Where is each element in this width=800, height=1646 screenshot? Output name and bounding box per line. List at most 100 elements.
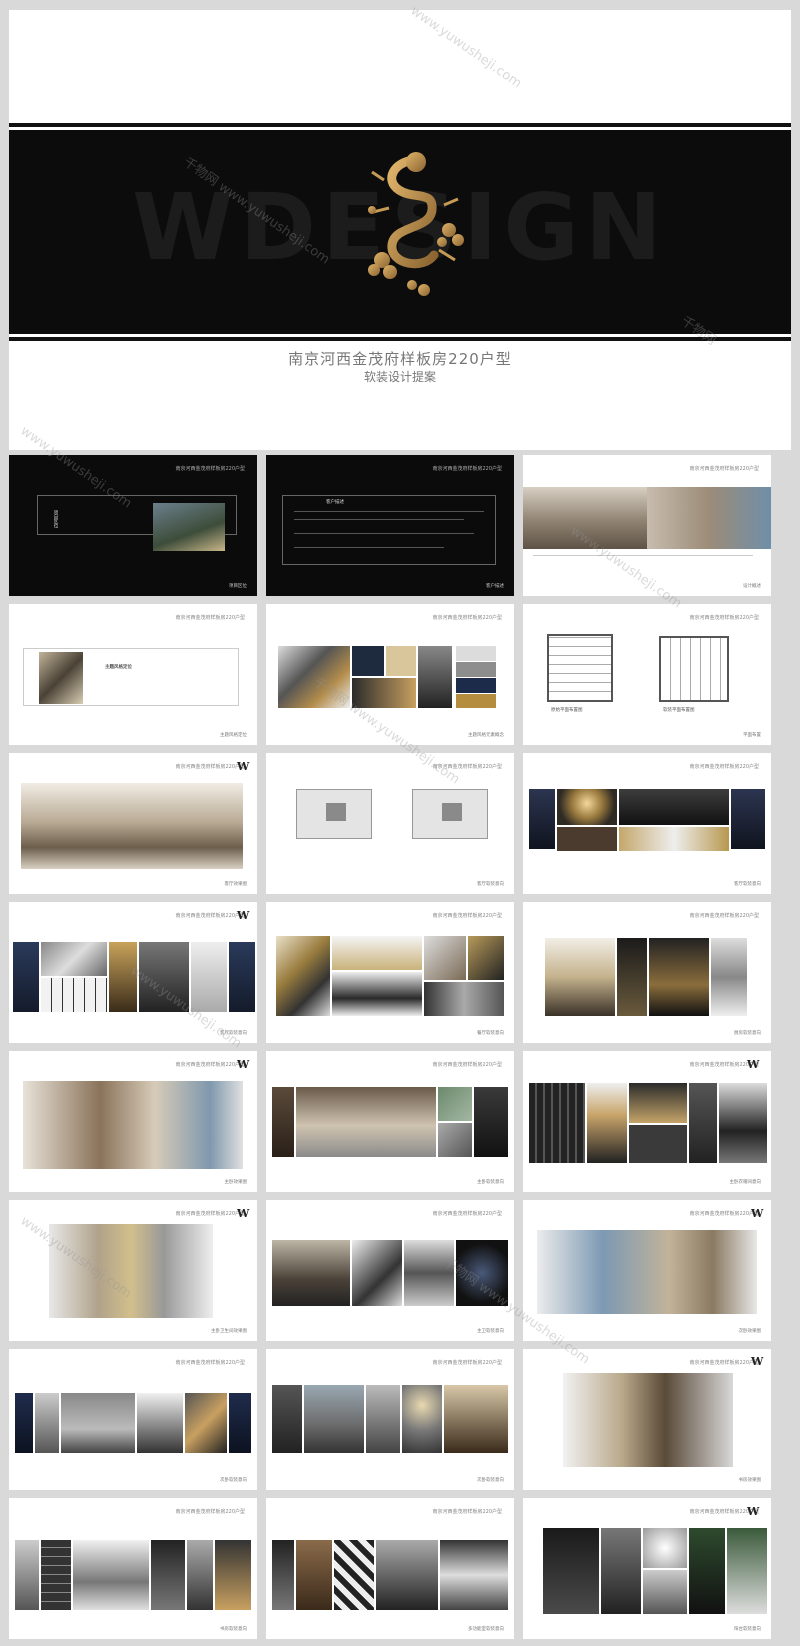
floor-plan-furnished bbox=[659, 636, 729, 702]
cover-subtitle: 软装设计提案 bbox=[363, 370, 436, 384]
page-client-description[interactable]: 南京河西金茂府样板房220户型 客户描述 客户描述 bbox=[266, 455, 514, 596]
page-master-bath-mood[interactable]: 南京河西金茂府样板房220户型 主卫软装意向 bbox=[266, 1200, 514, 1341]
page-balcony-mood[interactable]: 南京河西金茂府样板房220户型 W 阳台软装意向 bbox=[523, 1498, 771, 1639]
decor-photo bbox=[109, 942, 137, 1012]
page-second-bedroom-mood-2[interactable]: 南京河西金茂府样板房220户型 次卧软装意向 bbox=[266, 1349, 514, 1490]
page-master-bath-render[interactable]: 南京河西金茂府样板房220户型 W 主卧卫生间效果图 bbox=[9, 1200, 257, 1341]
page-second-bedroom-render[interactable]: 南京河西金茂府样板房220户型 W 次卧效果图 bbox=[523, 1200, 771, 1341]
page-footer: 客厅效果图 bbox=[224, 882, 248, 887]
page-second-bedroom-mood[interactable]: 南京河西金茂府样板房220户型 次卧软装意向 bbox=[9, 1349, 257, 1490]
page-project-location[interactable]: 南京河西金茂府样板房220户型 项目区位 项目区位 bbox=[9, 455, 257, 596]
page-kitchen-mood[interactable]: 南京河西金茂府样板房220户型 厨房软装意向 bbox=[523, 902, 771, 1043]
page-living-mood-2[interactable]: 南京河西金茂府样板房220户型 W 客厅软装意向 bbox=[9, 902, 257, 1043]
page-footer: 阳台软装意向 bbox=[734, 1627, 761, 1632]
decor-photo bbox=[215, 1540, 251, 1610]
curtain-photo bbox=[229, 942, 255, 1012]
page-design-overview[interactable]: 南京河西金茂府样板房220户型 设计概述 bbox=[523, 455, 771, 596]
page-header: 南京河西金茂府样板房220户型 bbox=[432, 1211, 502, 1217]
page-living-render[interactable]: 南京河西金茂府样板房220户型 W 客厅效果图 bbox=[9, 753, 257, 894]
page-header: 南京河西金茂府样板房220户型 bbox=[175, 466, 245, 472]
decor-photo bbox=[456, 1240, 508, 1306]
living-room-render bbox=[523, 487, 647, 549]
page-multi-room-mood[interactable]: 南京河西金茂府样板房220户型 多功能室软装意向 bbox=[266, 1498, 514, 1639]
portrait-photo bbox=[376, 1540, 438, 1610]
closet-photo bbox=[529, 1083, 585, 1163]
bedroom-render bbox=[23, 1081, 243, 1169]
screen-photo bbox=[139, 942, 189, 1012]
page-footer: 次卧软装意向 bbox=[477, 1478, 504, 1483]
plan-label: 软装平面布置图 bbox=[663, 708, 695, 713]
mood-tile bbox=[352, 646, 384, 676]
pendant-photo bbox=[137, 1393, 183, 1453]
bathroom-render bbox=[49, 1224, 213, 1318]
page-header: 南京河西金茂府样板房220户型 bbox=[689, 764, 759, 770]
page-header: 南京河西金茂府样板房220户型 bbox=[175, 764, 245, 770]
bed-photo bbox=[296, 1087, 436, 1157]
mood-tile bbox=[352, 678, 416, 708]
page-header: 南京河西金茂府样板房220户型 bbox=[175, 913, 245, 919]
vertical-caption: 项目区位 bbox=[53, 510, 58, 528]
marble-photo bbox=[438, 1087, 472, 1121]
page-living-mood[interactable]: 南京河西金茂府样板房220户型 客厅软装意向 bbox=[523, 753, 771, 894]
accessories-photo bbox=[619, 827, 729, 851]
page-floor-plan[interactable]: 南京河西金茂府样板房220户型 原始平面布置图 软装平面布置图 平面布置 bbox=[523, 604, 771, 745]
page-study-render[interactable]: 南京河西金茂府样板房220户型 W 书房效果图 bbox=[523, 1349, 771, 1490]
page-header: 南京河西金茂府样板房220户型 bbox=[689, 913, 759, 919]
page-theme-elements[interactable]: 南京河西金茂府样板房220户型 主题风格元素概念 bbox=[266, 604, 514, 745]
page-master-bedroom-render[interactable]: 南京河西金茂府样板房220户型 W 主卧效果图 bbox=[9, 1051, 257, 1192]
fashion-photo bbox=[719, 1083, 767, 1163]
page-header: 南京河西金茂府样板房220户型 bbox=[432, 764, 502, 770]
curtain-photo bbox=[272, 1385, 302, 1453]
page-footer: 客厅软装意向 bbox=[220, 1031, 247, 1036]
page-footer: 厨房软装意向 bbox=[734, 1031, 761, 1036]
page-theme-style[interactable]: 南京河西金茂府样板房220户型 主题风格定位 主题风格定位 bbox=[9, 604, 257, 745]
mood-collage bbox=[278, 646, 350, 708]
brand-logo: W bbox=[751, 1207, 764, 1220]
chandelier-photo bbox=[557, 789, 617, 825]
page-header: 南京河西金茂府样板房220户型 bbox=[432, 615, 502, 621]
sideboard-photo bbox=[191, 942, 227, 1012]
page-footer: 项目区位 bbox=[229, 584, 247, 589]
page-header: 南京河西金茂府样板房220户型 bbox=[175, 615, 245, 621]
marble-photo bbox=[41, 942, 107, 976]
page-master-closet-mood[interactable]: 南京河西金茂府样板房220户型 W 主卧衣帽间意向 bbox=[523, 1051, 771, 1192]
text-line bbox=[294, 519, 464, 520]
decor-photo bbox=[185, 1393, 227, 1453]
curtain-photo bbox=[15, 1540, 39, 1610]
page-footer: 主题风格定位 bbox=[220, 733, 247, 738]
decor-photo bbox=[468, 936, 504, 980]
chair-photo bbox=[366, 1385, 400, 1453]
kitchen-photo bbox=[545, 938, 615, 1016]
page-footer: 书房软装意向 bbox=[220, 1627, 247, 1632]
page-header: 南京河西金茂府样板房220户型 bbox=[432, 1062, 502, 1068]
room-photo bbox=[296, 1540, 332, 1610]
page-living-layout[interactable]: 南京河西金茂府样板房220户型 客厅软装意向 bbox=[266, 753, 514, 894]
cover-title: 南京河西金茂府样板房220户型 bbox=[288, 350, 512, 368]
table-shape bbox=[326, 803, 346, 821]
chair-photo bbox=[151, 1540, 185, 1610]
chair-photo bbox=[643, 1528, 687, 1568]
study-render bbox=[563, 1373, 733, 1467]
page-study-mood[interactable]: 南京河西金茂府样板房220户型 书房软装意向 bbox=[9, 1498, 257, 1639]
page-footer: 书房效果图 bbox=[738, 1478, 762, 1483]
decor-photo bbox=[587, 1083, 627, 1163]
page-footer: 设计概述 bbox=[743, 584, 761, 589]
page-master-bedroom-mood[interactable]: 南京河西金茂府样板房220户型 主卧软装意向 bbox=[266, 1051, 514, 1192]
tableware-photo bbox=[424, 982, 504, 1016]
bathtub-photo bbox=[272, 1240, 350, 1306]
page-footer: 多功能室软装意向 bbox=[468, 1627, 504, 1632]
plan-label: 原始平面布置图 bbox=[551, 708, 583, 713]
cover-black-band: WDESIGN bbox=[9, 127, 791, 337]
page-header: 南京河西金茂府样板房220户型 bbox=[175, 1211, 245, 1217]
drawer-photo bbox=[629, 1125, 687, 1163]
dragon-emblem bbox=[368, 152, 464, 296]
page-dining-mood[interactable]: 南京河西金茂府样板房220户型 餐厅软装意向 bbox=[266, 902, 514, 1043]
plant-photo bbox=[689, 1528, 725, 1614]
pendant-photo bbox=[402, 1385, 442, 1453]
brand-logo: W bbox=[237, 1207, 250, 1220]
dining-table-photo bbox=[332, 972, 422, 1016]
text-line bbox=[294, 547, 444, 548]
page-footer: 客户描述 bbox=[486, 584, 504, 589]
page-footer: 主卧效果图 bbox=[224, 1180, 248, 1185]
page-header: 南京河西金茂府样板房220户型 bbox=[689, 466, 759, 472]
